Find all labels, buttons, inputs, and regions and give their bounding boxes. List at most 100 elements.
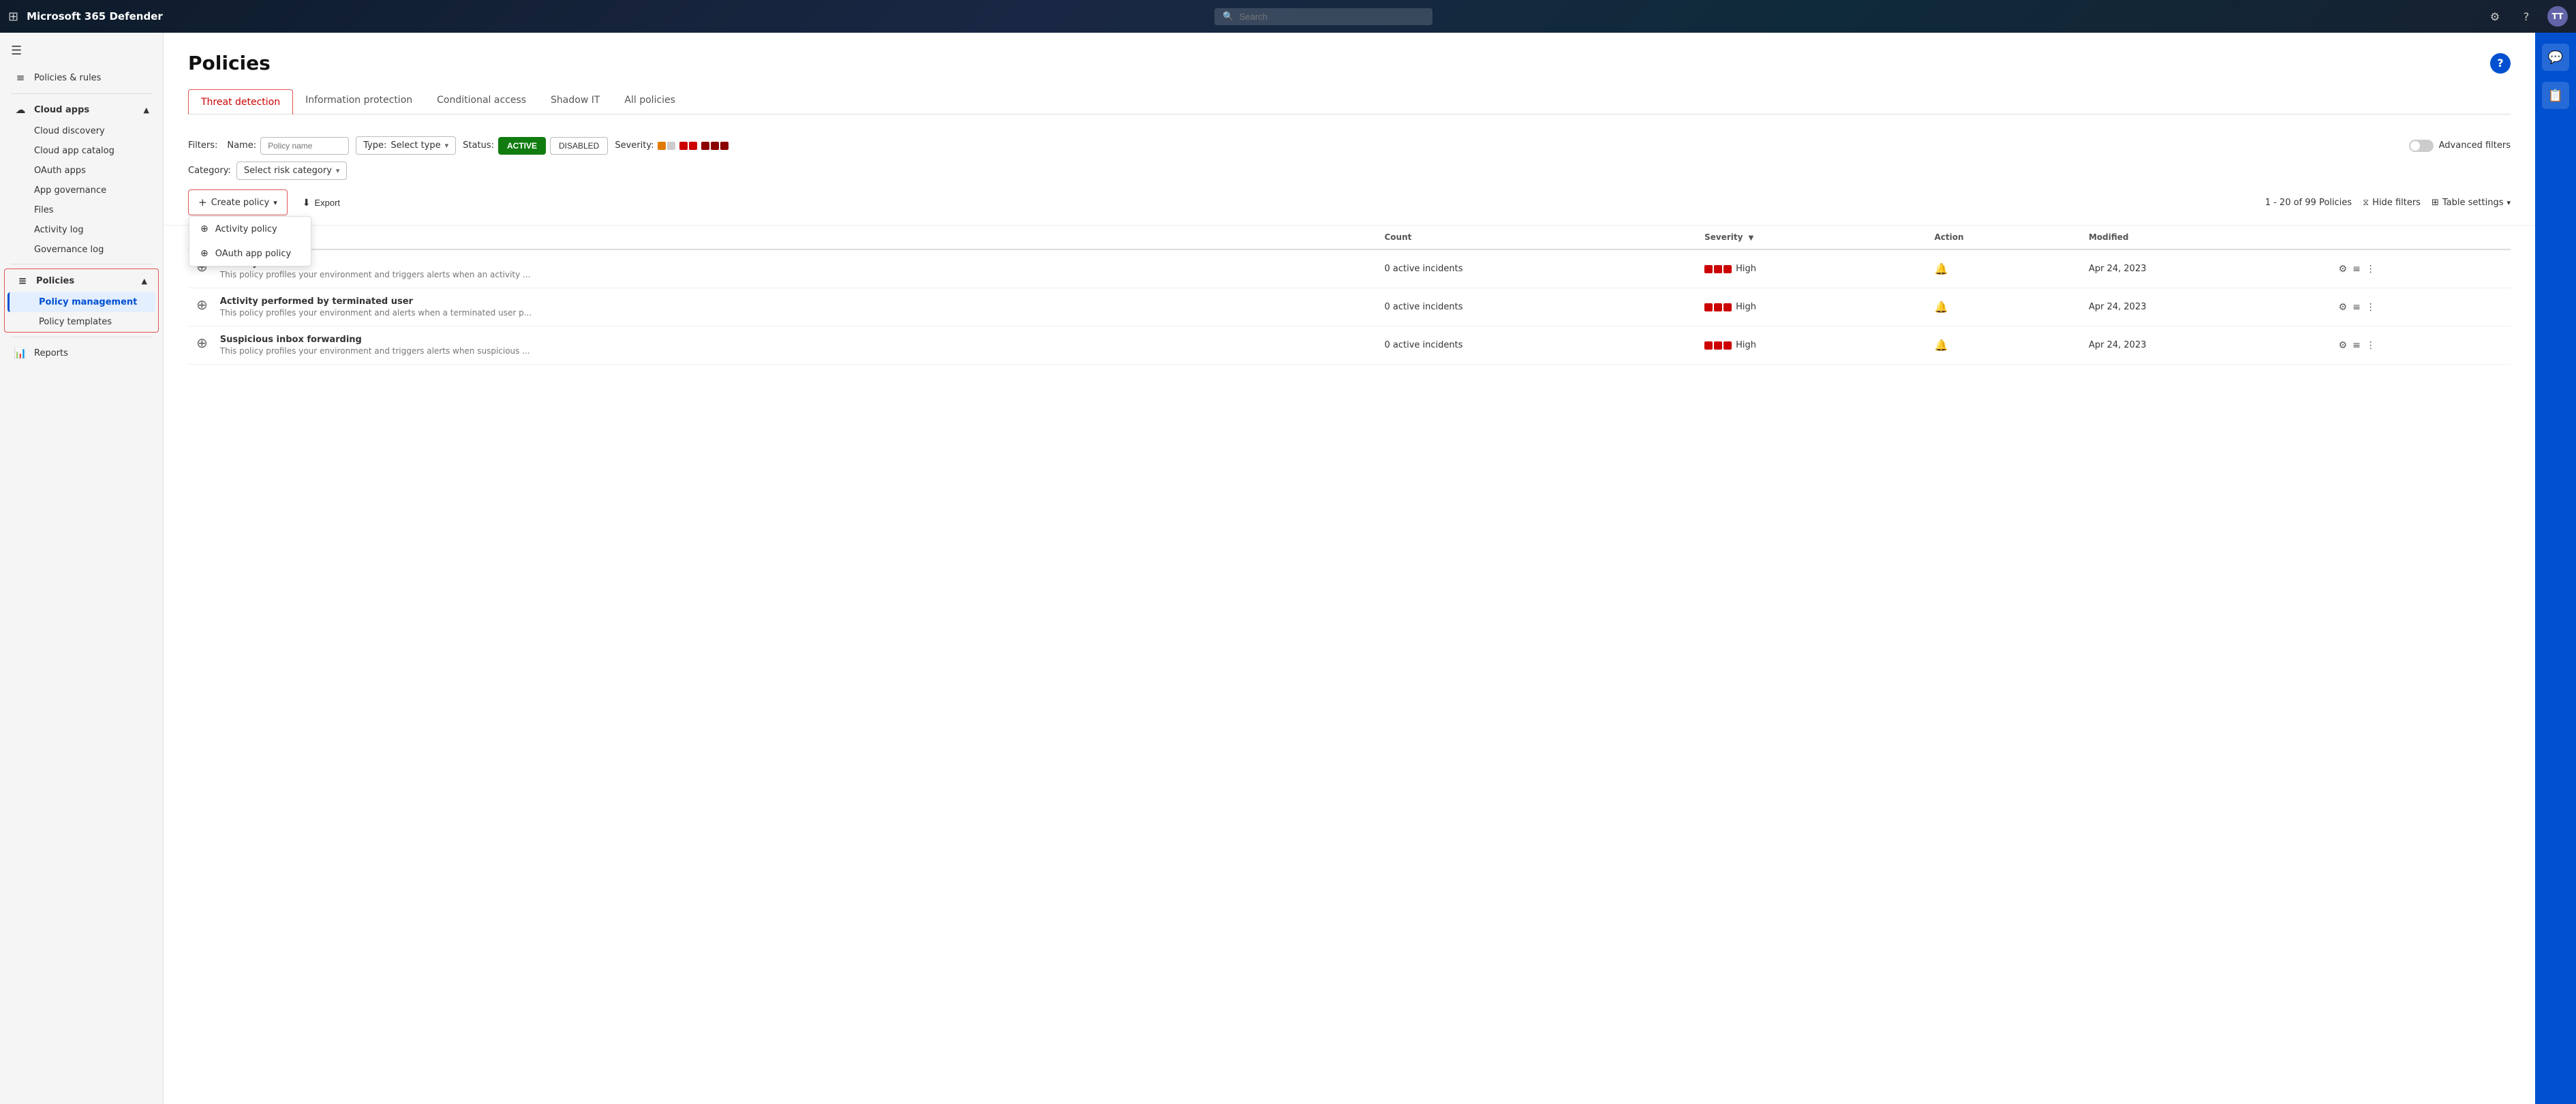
sidebar-item-label: Policy management — [39, 297, 137, 307]
col-action: Action — [1927, 226, 2081, 249]
list-action-icon[interactable]: ≡ — [2352, 340, 2361, 351]
filter-name-label: Name: — [227, 140, 256, 151]
search-input[interactable] — [1240, 12, 1417, 22]
bell-icon: 🔔 — [1935, 339, 1948, 352]
side-panel: 💬 📋 — [2535, 33, 2576, 1104]
filter-name-input[interactable] — [260, 137, 349, 155]
policy-table-container: Name Count Severity ▼ Action — [164, 226, 2535, 365]
sidebar-item-activity-log[interactable]: Activity log — [3, 220, 160, 240]
policy-cell: ⊕ Suspicious inbox forwarding This polic… — [196, 335, 1368, 356]
sidebar-item-policy-templates[interactable]: Policy templates — [7, 312, 155, 332]
sidebar-item-label: Cloud discovery — [34, 126, 105, 136]
tab-conditional-access[interactable]: Conditional access — [425, 88, 538, 114]
settings-icon[interactable]: ⚙ — [2485, 6, 2505, 27]
sidebar-item-governance-log[interactable]: Governance log — [3, 240, 160, 260]
sidebar-item-policies-rules[interactable]: ≡ Policies & rules — [3, 66, 160, 89]
sidebar-item-cloud-apps[interactable]: ☁ Cloud apps ▲ — [3, 98, 160, 121]
side-panel-chat-icon[interactable]: 💬 — [2542, 44, 2569, 71]
cell-name: ⊕ Activity performed by terminated user … — [188, 288, 1377, 326]
severity-medium[interactable] — [679, 142, 697, 150]
hide-filters-label: Hide filters — [2372, 198, 2421, 208]
cell-modified: Apr 24, 2023 — [2081, 326, 2331, 365]
cell-action: 🔔 — [1927, 326, 2081, 365]
side-panel-feedback-icon[interactable]: 📋 — [2542, 82, 2569, 109]
toggle-track[interactable] — [2409, 140, 2434, 152]
filters-row: Filters: Name: Type: Select type ▾ Statu… — [188, 136, 729, 155]
activity-policy-icon: ⊕ — [200, 224, 209, 234]
tab-threat-detection[interactable]: Threat detection — [188, 89, 293, 114]
sidebar-item-files[interactable]: Files — [3, 200, 160, 220]
policy-name[interactable]: Suspicious inbox forwarding — [220, 335, 530, 345]
cell-action: 🔔 — [1927, 288, 2081, 326]
tab-all-policies[interactable]: All policies — [612, 88, 688, 114]
dropdown-item-oauth-app-policy[interactable]: ⊕ OAuth app policy — [189, 241, 311, 266]
high-sev-group: High — [1704, 302, 1918, 312]
bell-icon: 🔔 — [1935, 301, 1948, 313]
sidebar-item-oauth-apps[interactable]: OAuth apps — [3, 161, 160, 181]
hamburger-icon[interactable]: ☰ — [0, 38, 163, 63]
status-active-btn[interactable]: ACTIVE — [498, 137, 546, 155]
tab-shadow-it[interactable]: Shadow IT — [538, 88, 612, 114]
settings-action-icon[interactable]: ⚙ — [2339, 302, 2348, 313]
col-severity[interactable]: Severity ▼ — [1696, 226, 1926, 249]
create-policy-area: + Create policy ▾ ⊕ Activity policy ⊕ OA… — [188, 189, 288, 215]
policy-name[interactable]: Activity performed by terminated user — [220, 296, 532, 307]
sidebar-item-cloud-discovery[interactable]: Cloud discovery — [3, 121, 160, 141]
sidebar-item-label: Policies — [36, 276, 74, 286]
tab-information-protection[interactable]: Information protection — [293, 88, 425, 114]
grid-icon[interactable]: ⊞ — [8, 10, 18, 24]
export-button[interactable]: ⬇ Export — [296, 192, 347, 213]
dropdown-item-activity-policy[interactable]: ⊕ Activity policy — [189, 217, 311, 241]
search-bar: 🔍 — [1214, 8, 1432, 25]
sidebar-item-label: App governance — [34, 185, 106, 196]
more-action-icon[interactable]: ⋮ — [2366, 340, 2376, 351]
severity-sort-icon: ▼ — [1749, 234, 1754, 242]
list-action-icon[interactable]: ≡ — [2352, 302, 2361, 313]
avatar[interactable]: TT — [2547, 6, 2568, 27]
help-icon[interactable]: ? — [2516, 6, 2536, 27]
sev-bars — [1704, 265, 1732, 273]
topbar: ⊞ Microsoft 365 Defender 🔍 ⚙ ? TT — [0, 0, 2576, 33]
col-modified: Modified — [2081, 226, 2331, 249]
more-action-icon[interactable]: ⋮ — [2366, 264, 2376, 275]
sev-sq-red2 — [689, 142, 697, 150]
sidebar-item-policies[interactable]: ≡ Policies ▲ — [5, 269, 158, 292]
toolbar: + Create policy ▾ ⊕ Activity policy ⊕ OA… — [164, 180, 2535, 226]
sev-bar-2 — [1714, 303, 1722, 311]
sev-sq-orange — [658, 142, 666, 150]
cell-count: 0 active incidents — [1377, 326, 1697, 365]
filter-type-select[interactable]: Type: Select type ▾ — [356, 136, 456, 155]
cell-name: ⊕ Activity This policy profiles your env… — [188, 249, 1377, 288]
sidebar-item-reports[interactable]: 📊 Reports — [3, 341, 160, 365]
sidebar-item-policy-management[interactable]: Policy management — [7, 292, 155, 312]
cell-row-actions: ⚙ ≡ ⋮ — [2331, 288, 2511, 326]
policy-info: Activity performed by terminated user Th… — [220, 296, 532, 318]
category-select[interactable]: Select risk category ▾ — [236, 162, 348, 180]
category-label: Category: — [188, 166, 231, 176]
help-button[interactable]: ? — [2490, 53, 2511, 74]
sidebar-item-cloud-app-catalog[interactable]: Cloud app catalog — [3, 141, 160, 161]
table-settings-chevron-icon: ▾ — [2506, 198, 2511, 207]
advanced-filters-label: Advanced filters — [2439, 140, 2511, 151]
table-settings-action[interactable]: ⊞ Table settings ▾ — [2432, 198, 2511, 208]
settings-action-icon[interactable]: ⚙ — [2339, 264, 2348, 275]
severity-text: High — [1736, 264, 1756, 274]
list-action-icon[interactable]: ≡ — [2352, 264, 2361, 275]
more-action-icon[interactable]: ⋮ — [2366, 302, 2376, 313]
severity-low[interactable] — [658, 142, 675, 150]
cell-row-actions: ⚙ ≡ ⋮ — [2331, 326, 2511, 365]
advanced-filters-toggle[interactable]: Advanced filters — [2409, 140, 2511, 152]
sidebar-item-label: OAuth apps — [34, 166, 86, 176]
create-policy-button[interactable]: + Create policy ▾ — [190, 191, 286, 213]
download-icon: ⬇ — [303, 197, 311, 209]
category-row: Category: Select risk category ▾ — [188, 162, 2511, 180]
hide-filters-action[interactable]: ⧖ Hide filters — [2363, 198, 2421, 208]
sidebar-item-label: Cloud apps — [34, 105, 89, 115]
sidebar-item-label: Cloud app catalog — [34, 146, 114, 156]
sidebar-item-app-governance[interactable]: App governance — [3, 181, 160, 200]
sidebar-item-label: Governance log — [34, 245, 104, 255]
settings-action-icon[interactable]: ⚙ — [2339, 340, 2348, 351]
policy-table: Name Count Severity ▼ Action — [188, 226, 2511, 365]
severity-high[interactable] — [701, 142, 729, 150]
status-disabled-btn[interactable]: DISABLED — [550, 137, 608, 155]
